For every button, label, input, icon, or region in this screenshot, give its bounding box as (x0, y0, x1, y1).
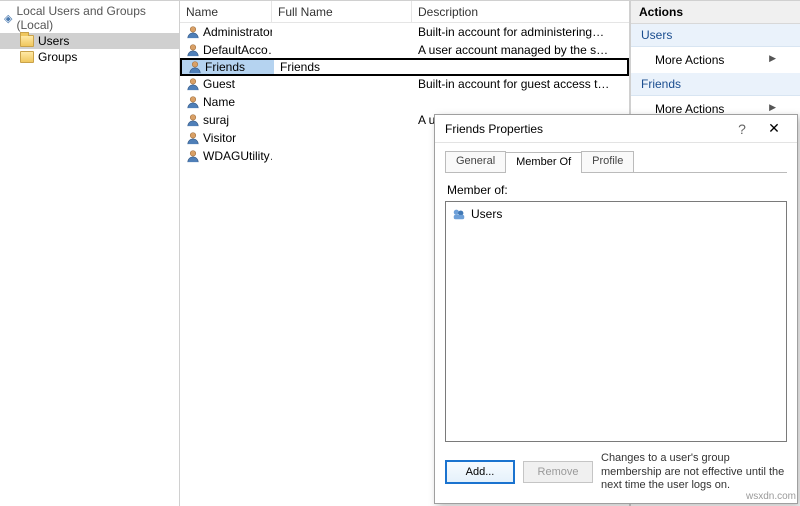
user-icon (188, 60, 202, 74)
tab-profile[interactable]: Profile (581, 151, 634, 172)
list-item[interactable]: Users (450, 206, 782, 222)
tree-root-label: Local Users and Groups (Local) (16, 4, 175, 32)
member-list[interactable]: Users (445, 201, 787, 442)
watermark: wsxdn.com (746, 491, 796, 502)
table-row[interactable]: Friends Friends (180, 58, 629, 76)
dialog-titlebar[interactable]: Friends Properties ? ✕ (435, 115, 797, 143)
table-row[interactable]: Guest Built-in account for guest access t… (180, 75, 629, 93)
remove-button: Remove (523, 461, 593, 483)
tree-item-label: Users (38, 34, 69, 48)
add-button[interactable]: Add... (445, 460, 515, 484)
folder-icon (20, 35, 34, 47)
column-name[interactable]: Name (180, 1, 272, 22)
chevron-right-icon: ▶ (769, 102, 776, 113)
user-description: A user account managed by the s… (412, 43, 629, 57)
tree-item-label: Groups (38, 50, 77, 64)
table-row[interactable]: Name (180, 93, 629, 111)
table-row[interactable]: Administrator Built-in account for admini… (180, 23, 629, 41)
member-name: Users (471, 207, 502, 221)
user-fullname: Friends (274, 60, 414, 74)
user-icon (186, 149, 200, 163)
tree-panel: ◈ Local Users and Groups (Local) Users G… (0, 1, 180, 506)
dialog-button-row: Add... Remove Changes to a user's group … (445, 452, 787, 493)
tab-member-of[interactable]: Member Of (505, 152, 582, 173)
dialog-title: Friends Properties (445, 122, 727, 136)
user-icon (186, 131, 200, 145)
user-icon (186, 113, 200, 127)
user-icon (186, 25, 200, 39)
membership-hint: Changes to a user's group membership are… (601, 452, 787, 493)
column-description[interactable]: Description (412, 1, 629, 22)
tree-root[interactable]: ◈ Local Users and Groups (Local) (0, 3, 179, 33)
tree-item-groups[interactable]: Groups (0, 49, 179, 65)
actions-header: Actions (631, 1, 800, 24)
tree-item-users[interactable]: Users (0, 33, 179, 49)
actions-link-label: More Actions (655, 53, 724, 67)
user-icon (186, 95, 200, 109)
member-of-label: Member of: (447, 183, 785, 197)
user-name: Name (203, 95, 235, 109)
user-name: Administrator (203, 25, 272, 39)
table-row[interactable]: DefaultAcco… A user account managed by th… (180, 41, 629, 59)
user-name: DefaultAcco… (203, 43, 272, 57)
dialog-body: General Member Of Profile Member of: Use… (435, 143, 797, 503)
properties-dialog: Friends Properties ? ✕ General Member Of… (434, 114, 798, 504)
user-name: suraj (203, 113, 229, 127)
folder-icon (20, 51, 34, 63)
column-headers: Name Full Name Description (180, 1, 629, 23)
user-icon (186, 43, 200, 57)
actions-more-users[interactable]: More Actions ▶ (631, 47, 800, 73)
dialog-tabs: General Member Of Profile (445, 151, 787, 173)
user-name: Visitor (203, 131, 236, 145)
chevron-right-icon: ▶ (769, 53, 776, 64)
column-fullname[interactable]: Full Name (272, 1, 412, 22)
user-icon (186, 77, 200, 91)
user-description: Built-in account for guest access t… (412, 77, 629, 91)
actions-section-users: Users (631, 24, 800, 47)
user-name: Friends (205, 60, 245, 74)
user-description: Built-in account for administering… (412, 25, 629, 39)
close-button[interactable]: ✕ (757, 120, 791, 137)
actions-section-friends: Friends (631, 73, 800, 96)
tab-general[interactable]: General (445, 151, 506, 172)
help-button[interactable]: ? (727, 121, 757, 137)
tree-root-icon: ◈ (4, 12, 12, 25)
user-name: Guest (203, 77, 235, 91)
user-name: WDAGUtility… (203, 149, 272, 163)
group-icon (452, 207, 466, 221)
